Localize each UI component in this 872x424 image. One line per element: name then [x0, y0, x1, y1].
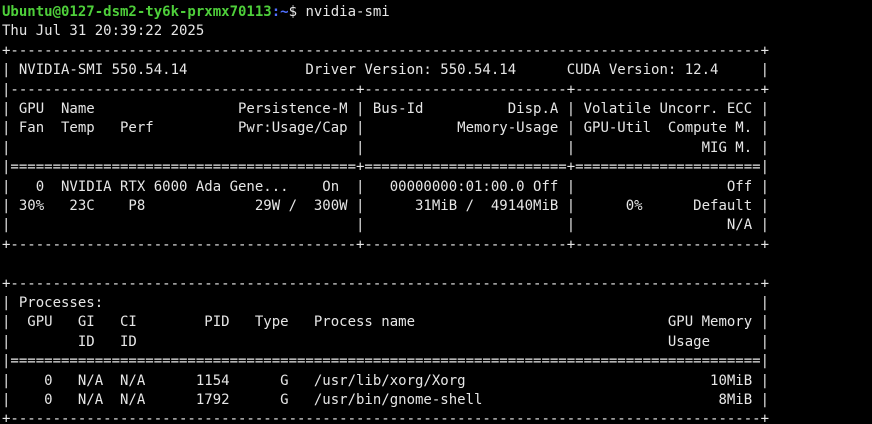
- prompt-line: Ubuntu@0127-dsm2-ty6k-prxmx70113:~$ nvid…: [2, 3, 390, 22]
- gpu-header-double-rule: |=======================================…: [2, 159, 770, 176]
- processes-border-bottom: +---------------------------------------…: [2, 411, 770, 424]
- process-row-xorg: | 0 N/A N/A 1154 G /usr/lib/xorg/Xorg 10…: [2, 372, 770, 389]
- gpu-row-3: | | | N/A |: [2, 217, 770, 234]
- processes-header-row-2: | ID ID Usage |: [2, 333, 770, 350]
- smi-version-row: | NVIDIA-SMI 550.54.14 Driver Version: 5…: [2, 62, 770, 79]
- terminal-window[interactable]: Ubuntu@0127-dsm2-ty6k-prxmx70113:~$ nvid…: [0, 0, 872, 424]
- gpu-row-1: | 0 NVIDIA RTX 6000 Ada Gene... On | 000…: [2, 178, 770, 195]
- gpu-header-row-2: | Fan Temp Perf Pwr:Usage/Cap | Memory-U…: [2, 120, 770, 137]
- prompt-symbol: $: [288, 4, 306, 20]
- process-row-gnome-shell: | 0 N/A N/A 1792 G /usr/bin/gnome-shell …: [2, 392, 770, 408]
- gpu-row-2: | 30% 23C P8 29W / 300W | 31MiB / 49140M…: [2, 198, 770, 214]
- processes-double-rule: |=======================================…: [2, 353, 770, 370]
- gpu-header-row-1: | GPU Name Persistence-M | Bus-Id Disp.A…: [2, 101, 770, 117]
- output-border-top: +---------------------------------------…: [2, 42, 770, 59]
- gpu-header-separator: |---------------------------------------…: [2, 81, 770, 98]
- timestamp-line: Thu Jul 31 20:39:22 2025: [2, 23, 205, 40]
- processes-title-row: | Processes: |: [2, 295, 770, 311]
- processes-header-row-1: | GPU GI CI PID Type Process name GPU Me…: [2, 314, 770, 331]
- gpu-header-row-3: | | | MIG M. |: [2, 139, 770, 156]
- processes-border-top: +---------------------------------------…: [2, 275, 770, 292]
- prompt-user-host: Ubuntu@0127-dsm2-ty6k-prxmx70113: [2, 4, 272, 20]
- command-text: nvidia-smi: [305, 4, 390, 20]
- prompt-path: :~: [271, 4, 289, 20]
- gpu-table-border-bottom: +---------------------------------------…: [2, 236, 770, 253]
